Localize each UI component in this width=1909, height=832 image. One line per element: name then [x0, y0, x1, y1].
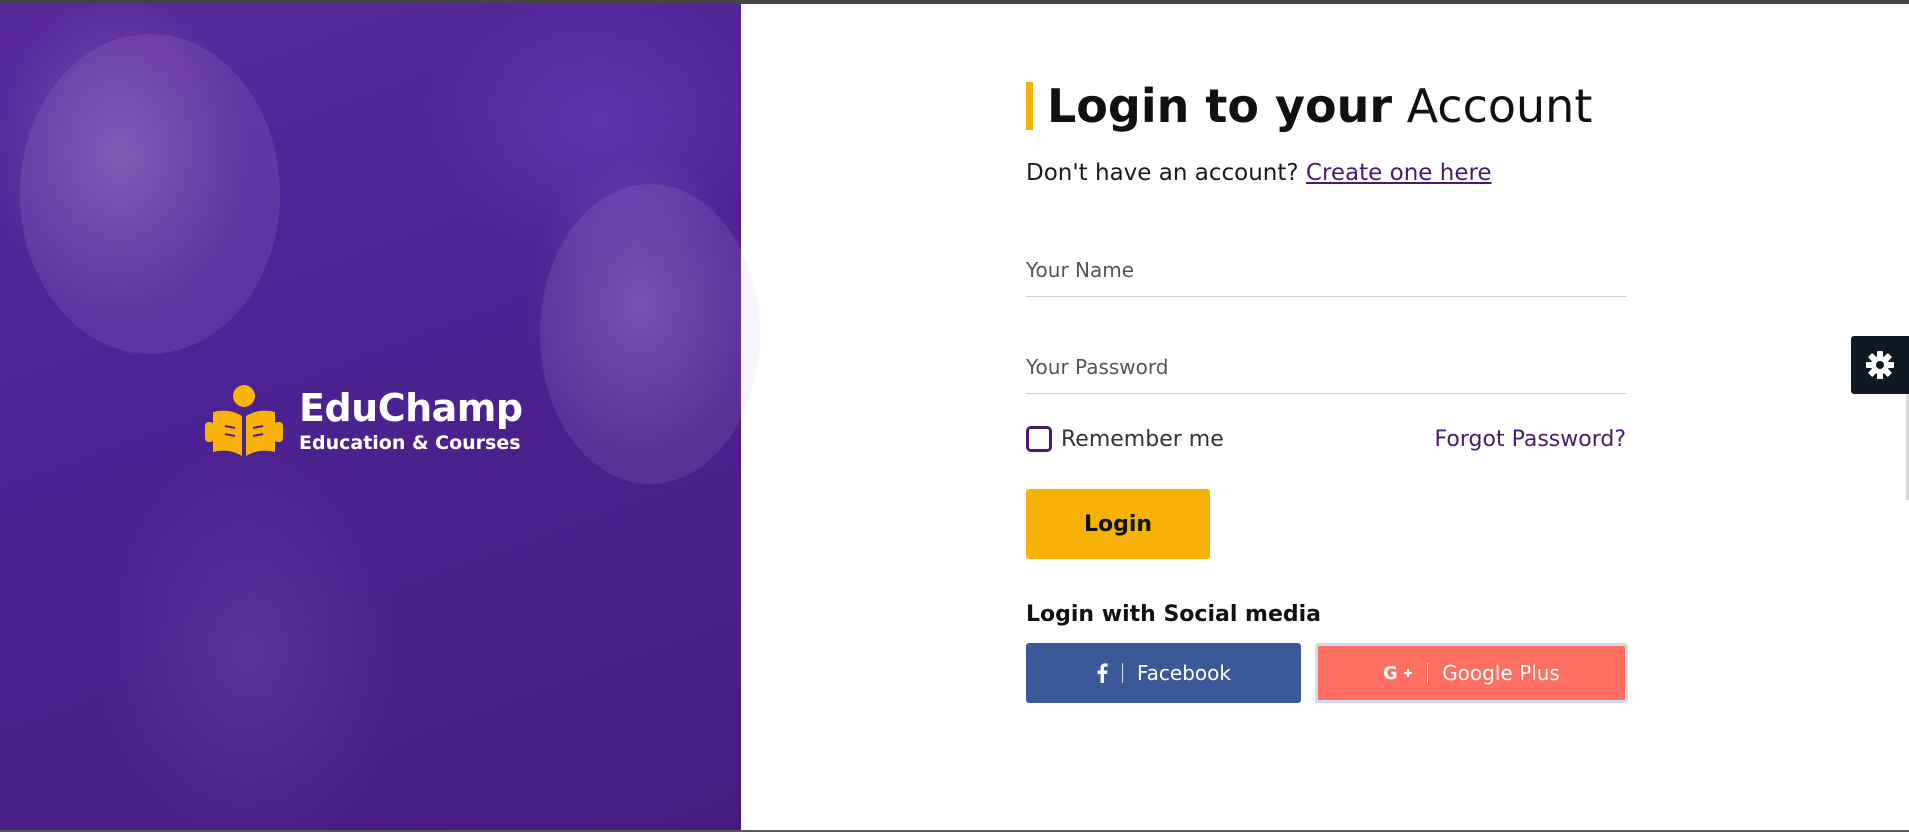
social-login-title: Login with Social media: [1026, 602, 1322, 627]
title-accent-bar: [1026, 82, 1033, 130]
google-plus-icon: G: [1383, 663, 1413, 683]
google-plus-login-button[interactable]: G Google Plus: [1315, 643, 1628, 703]
forgot-password-link[interactable]: Forgot Password?: [1435, 427, 1626, 452]
svg-text:G: G: [1383, 663, 1398, 683]
remember-me[interactable]: Remember me: [1026, 426, 1224, 452]
hero-panel: EduChamp Education & Courses: [0, 4, 760, 830]
hero-face-shape: [20, 34, 280, 354]
google-plus-label: Google Plus: [1442, 661, 1560, 685]
remember-label: Remember me: [1061, 426, 1224, 452]
heading-bold: Login to your: [1047, 79, 1392, 133]
settings-toggle-button[interactable]: [1851, 336, 1909, 394]
name-field: [1026, 246, 1626, 297]
button-separator: [1122, 663, 1123, 683]
facebook-login-button[interactable]: Facebook: [1026, 643, 1301, 703]
heading-light: Account: [1406, 79, 1593, 133]
social-login-buttons: Facebook G Google Plus: [1026, 643, 1628, 703]
gear-icon: [1866, 351, 1894, 379]
brand-logo[interactable]: EduChamp Education & Courses: [205, 382, 523, 460]
login-page: EduChamp Education & Courses Login to yo…: [0, 0, 1909, 832]
brand-name: EduChamp: [299, 386, 523, 430]
login-options: Remember me Forgot Password?: [1026, 422, 1626, 456]
signup-prompt-text: Don't have an account?: [1026, 160, 1299, 186]
facebook-label: Facebook: [1137, 661, 1231, 685]
login-heading: Login to your Account: [1047, 80, 1592, 132]
button-separator: [1427, 663, 1429, 683]
brand-text: EduChamp Education & Courses: [299, 387, 523, 455]
book-reader-icon: [205, 385, 283, 456]
brand-tagline: Education & Courses: [299, 432, 521, 454]
page-title: Login to your Account: [1026, 80, 1626, 132]
remember-checkbox[interactable]: [1026, 426, 1052, 452]
signup-prompt: Don't have an account? Create one here: [1026, 158, 1626, 188]
login-button[interactable]: Login: [1026, 489, 1210, 559]
login-form: Login to your Account Don't have an acco…: [1026, 80, 1628, 703]
hero-face-shape: [540, 184, 760, 484]
create-account-link[interactable]: Create one here: [1306, 160, 1492, 186]
password-input[interactable]: [1026, 343, 1626, 391]
password-field: [1026, 343, 1626, 394]
name-input[interactable]: [1026, 246, 1626, 294]
facebook-icon: [1096, 663, 1108, 683]
